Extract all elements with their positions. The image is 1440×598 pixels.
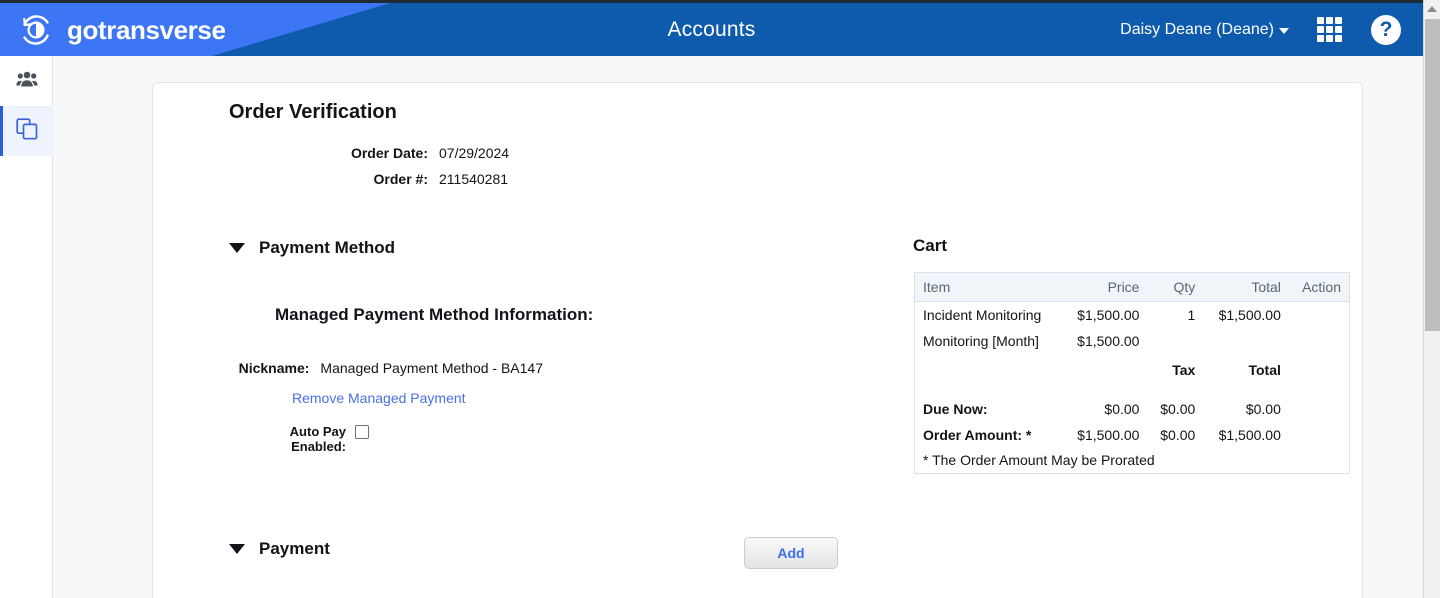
cart-subrow-action: [1289, 328, 1349, 354]
brand-logo[interactable]: gotransverse: [16, 10, 226, 50]
scrollbar-thumb[interactable]: [1425, 19, 1440, 331]
cart-col-total: Total: [1203, 273, 1289, 302]
chevron-down-icon: [1279, 28, 1289, 34]
cart-subrow-qty: [1147, 328, 1203, 354]
section-title-payment-method: Payment Method: [259, 238, 396, 257]
cycle-circle-logo-icon: [16, 10, 56, 50]
cart-row-total: $1,500.00: [1218, 307, 1281, 323]
cart-col-price: Price: [1061, 273, 1148, 302]
table-row: Incident Monitoring $1,500.00 1 $1,500.0…: [915, 302, 1349, 329]
cart-row-price: $1,500.00: [1077, 307, 1140, 323]
brand-name: gotransverse: [67, 15, 226, 45]
cart-row-qty: 1: [1187, 307, 1196, 323]
cart-col-qty: Qty: [1147, 273, 1204, 302]
auto-pay-enabled-row: Auto Pay Enabled:: [273, 424, 369, 454]
help-question-icon[interactable]: ?: [1371, 14, 1401, 45]
cart-order-amount-row: Order Amount: * $1,500.00 $0.00 $1,500.0…: [915, 422, 1349, 448]
cart-order-amount-label: Order Amount: *: [923, 427, 1032, 443]
cart-totals-total-header: Total: [1248, 362, 1281, 378]
order-date-value: 07/29/2024: [439, 145, 510, 161]
order-date-label: Order Date:: [350, 145, 428, 161]
remove-managed-payment-link[interactable]: Remove Managed Payment: [292, 390, 466, 406]
cart-due-now-amount: $0.00: [1104, 401, 1140, 417]
cart-due-now-row: Due Now: $0.00 $0.00 $0.00: [915, 396, 1349, 422]
cart-order-amount-total: $1,500.00: [1218, 427, 1281, 443]
cart-spacer-row: [915, 386, 1349, 396]
user-menu[interactable]: Daisy Deane (Deane): [1120, 21, 1289, 39]
cart-row-item: Incident Monitoring: [923, 307, 1042, 323]
cart-row-action: [1289, 302, 1349, 329]
cart-subrow-item: Monitoring [Month]: [923, 333, 1039, 349]
cart-prorated-note: * The Order Amount May be Prorated: [923, 452, 1155, 468]
managed-payment-method-subtitle: Managed Payment Method Information:: [275, 305, 594, 324]
cart-due-now-tax: $0.00: [1160, 401, 1196, 417]
user-name-label: Daisy Deane (Deane): [1120, 20, 1274, 38]
cart-due-now-total: $0.00: [1245, 401, 1281, 417]
copy-documents-icon: [15, 117, 38, 145]
app-root: gotransverse Accounts Daisy Deane (Deane…: [0, 0, 1440, 598]
order-number-value: 211540281: [439, 171, 509, 187]
cart-totals-tax-header: Tax: [1172, 362, 1196, 378]
table-row: Monitoring [Month] $1,500.00: [915, 328, 1349, 354]
cart-panel: Item Price Qty Total Action Incident Mon…: [914, 272, 1350, 474]
cart-totals-header-row: Tax Total: [915, 354, 1349, 386]
sidebar-item-orders[interactable]: [0, 106, 53, 156]
cart-order-amount-tax: $0.00: [1160, 427, 1196, 443]
triangle-down-icon: [229, 544, 245, 554]
cart-note-row: * The Order Amount May be Prorated: [915, 448, 1349, 473]
app-header: gotransverse Accounts Daisy Deane (Deane…: [0, 3, 1423, 56]
cart-col-item: Item: [915, 273, 1062, 302]
cart-due-now-label: Due Now:: [923, 401, 988, 417]
order-date-row: Order Date: 07/29/2024: [153, 145, 543, 161]
left-sidebar: [0, 56, 53, 598]
cart-order-amount-amount: $1,500.00: [1077, 427, 1140, 443]
header-actions: Daisy Deane (Deane) ?: [1120, 3, 1401, 56]
cart-table: Item Price Qty Total Action Incident Mon…: [915, 273, 1349, 473]
order-meta-list: Order Date: 07/29/2024 Order #: 21154028…: [153, 145, 543, 197]
vertical-scrollbar[interactable]: [1423, 0, 1440, 598]
users-group-icon: [15, 70, 38, 93]
nickname-label: Nickname:: [238, 360, 310, 376]
cart-subrow-price: $1,500.00: [1077, 333, 1140, 349]
section-header-payment[interactable]: Payment: [229, 539, 330, 559]
order-number-row: Order #: 211540281: [153, 171, 543, 187]
section-header-payment-method[interactable]: Payment Method: [229, 238, 395, 258]
page-title: Order Verification: [229, 101, 397, 123]
order-verification-card: Order Verification Order Date: 07/29/202…: [152, 82, 1363, 598]
sidebar-item-customers[interactable]: [0, 56, 53, 106]
order-number-label: Order #:: [373, 171, 428, 187]
cart-table-header-row: Item Price Qty Total Action: [915, 273, 1349, 302]
cart-title: Cart: [913, 236, 948, 255]
triangle-down-icon: [229, 243, 245, 253]
add-button[interactable]: Add: [744, 537, 838, 569]
cart-subrow-total: [1203, 328, 1289, 354]
apps-grid-icon[interactable]: [1317, 16, 1343, 43]
nickname-row: Nickname: Managed Payment Method - BA147: [153, 360, 543, 376]
nickname-value: Managed Payment Method - BA147: [320, 360, 543, 376]
auto-pay-enabled-label: Auto Pay Enabled:: [289, 424, 346, 454]
scroll-up-arrow-icon[interactable]: [1424, 0, 1440, 17]
auto-pay-enabled-checkbox[interactable]: [355, 425, 369, 439]
section-title-payment: Payment: [259, 539, 330, 558]
cart-col-action: Action: [1288, 273, 1349, 302]
